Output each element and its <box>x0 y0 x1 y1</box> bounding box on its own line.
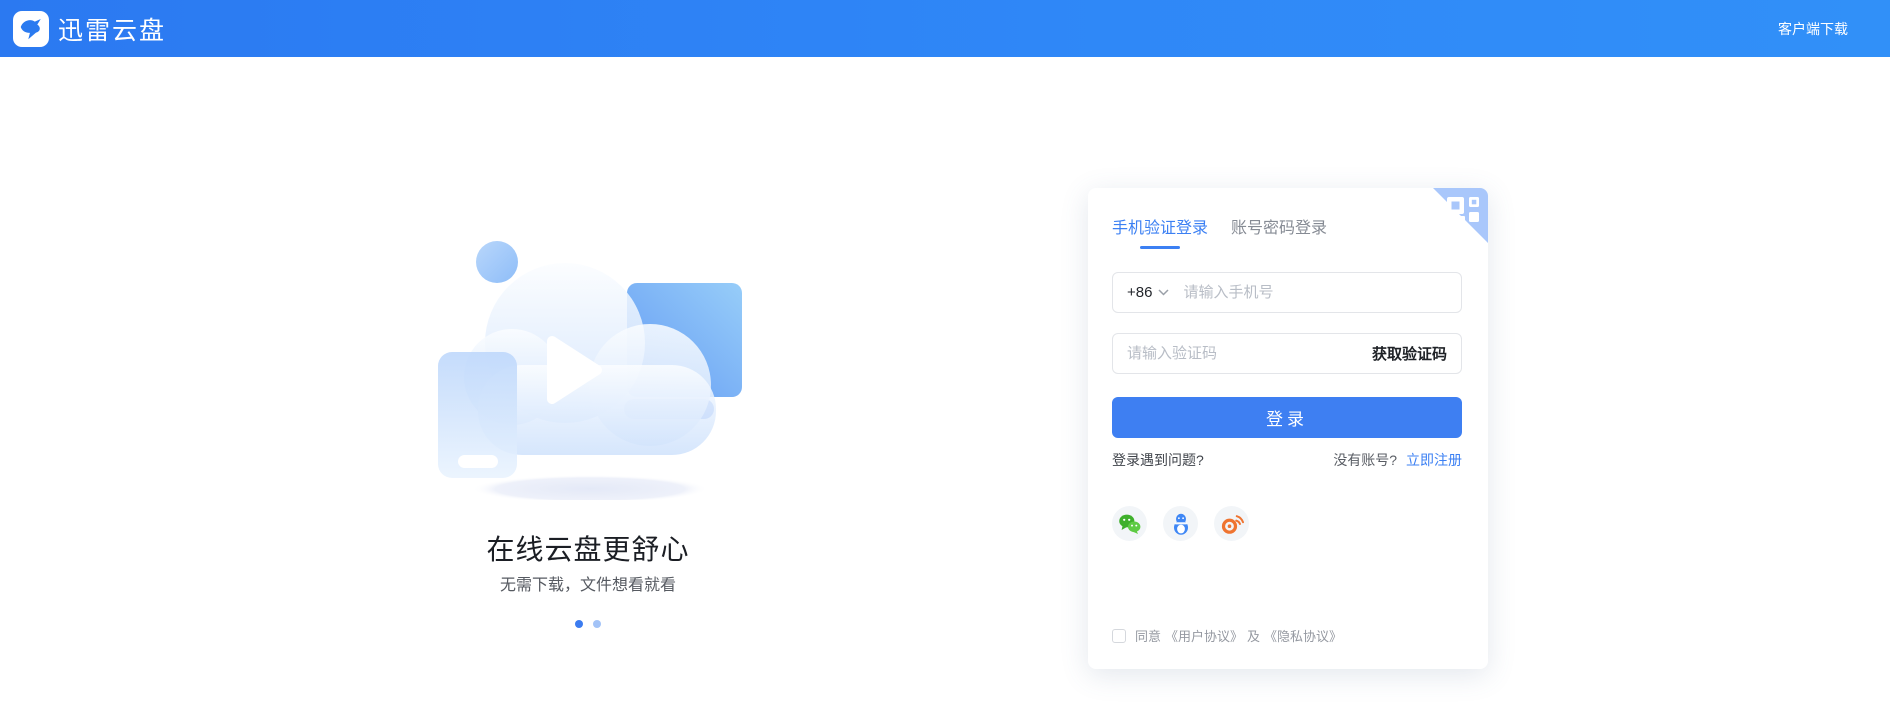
country-code-value: +86 <box>1127 284 1152 301</box>
login-card: 手机验证登录 账号密码登录 +86 获取验证码 登录 登录遇到问题? 没有账号?… <box>1088 188 1488 669</box>
qq-icon <box>1171 513 1191 535</box>
weibo-login-button[interactable] <box>1214 506 1249 541</box>
qr-code-icon <box>1433 188 1488 243</box>
no-account-text: 没有账号? <box>1333 452 1397 468</box>
verification-code-input[interactable] <box>1127 345 1372 362</box>
client-download-link[interactable]: 客户端下载 <box>1778 0 1848 57</box>
xunlei-bird-icon <box>13 11 49 47</box>
cloud-play-illustration <box>428 235 758 500</box>
carousel-dot[interactable] <box>575 620 583 628</box>
agreement-conjunction: 及 <box>1247 626 1260 645</box>
login-trouble-link[interactable]: 登录遇到问题? <box>1112 450 1204 470</box>
chevron-down-icon <box>1158 289 1169 296</box>
wechat-icon <box>1118 513 1141 535</box>
wechat-login-button[interactable] <box>1112 506 1147 541</box>
agreement-prefix: 同意 <box>1135 626 1161 645</box>
user-agreement-link[interactable]: 《用户协议》 <box>1165 626 1243 645</box>
hero-title: 在线云盘更舒心 <box>437 528 739 568</box>
carousel-dot[interactable] <box>593 620 601 628</box>
brand-logo[interactable]: 迅雷云盘 <box>13 0 166 57</box>
privacy-agreement-link[interactable]: 《隐私协议》 <box>1264 626 1342 645</box>
country-code-select[interactable]: +86 <box>1127 284 1169 301</box>
login-tabs: 手机验证登录 账号密码登录 <box>1112 214 1327 238</box>
register-group: 没有账号? 立即注册 <box>1333 450 1462 470</box>
active-tab-underline <box>1140 246 1180 249</box>
app-header: 迅雷云盘 客户端下载 <box>0 0 1890 57</box>
carousel-dots <box>437 620 739 628</box>
agreement-checkbox[interactable] <box>1112 629 1126 643</box>
get-code-button[interactable]: 获取验证码 <box>1372 343 1447 364</box>
register-link[interactable]: 立即注册 <box>1406 452 1462 468</box>
agreement-label: 同意 《用户协议》 及 《隐私协议》 <box>1133 626 1344 645</box>
tab-password-login[interactable]: 账号密码登录 <box>1231 214 1327 238</box>
social-login-row <box>1112 506 1249 541</box>
hero-subtitle: 无需下载，文件想看就看 <box>437 571 739 595</box>
brand-title: 迅雷云盘 <box>58 11 166 47</box>
code-field: 获取验证码 <box>1112 333 1462 374</box>
login-button[interactable]: 登录 <box>1112 397 1462 438</box>
tab-phone-login[interactable]: 手机验证登录 <box>1112 214 1208 238</box>
helper-row: 登录遇到问题? 没有账号? 立即注册 <box>1112 450 1462 470</box>
qq-login-button[interactable] <box>1163 506 1198 541</box>
qr-login-corner[interactable] <box>1433 188 1488 243</box>
agreement-row: 同意 《用户协议》 及 《隐私协议》 <box>1112 626 1344 645</box>
phone-field: +86 <box>1112 272 1462 313</box>
weibo-icon <box>1220 513 1244 534</box>
phone-input[interactable] <box>1183 284 1447 301</box>
